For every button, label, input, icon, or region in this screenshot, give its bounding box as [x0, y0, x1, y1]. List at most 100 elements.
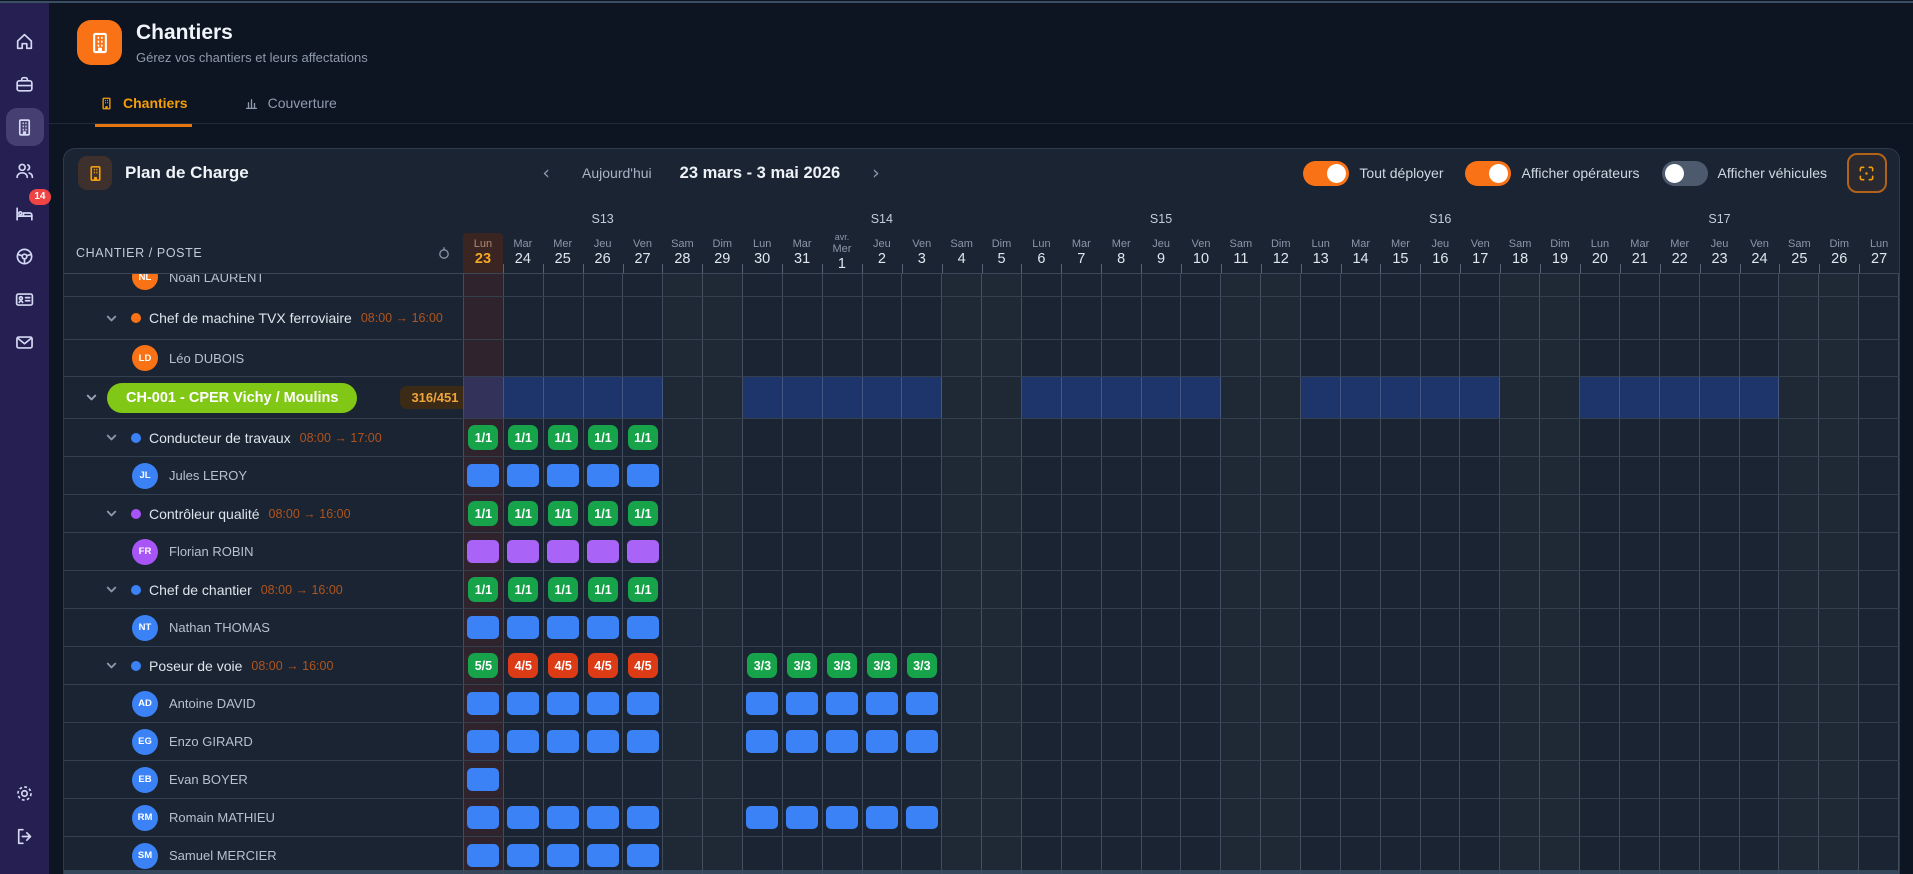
- assignment-bar[interactable]: [467, 464, 499, 487]
- chantier-schedule-band[interactable]: [464, 377, 504, 418]
- sidebar-item-briefcase[interactable]: [6, 65, 44, 103]
- assignment-bar[interactable]: [906, 730, 938, 753]
- assignment-bar[interactable]: [587, 730, 619, 753]
- post-row-header[interactable]: Poseur de voie08:00 → 16:00: [105, 658, 333, 674]
- chevron-down-icon[interactable]: [105, 659, 118, 672]
- chantier-schedule-band[interactable]: [623, 377, 663, 418]
- assignment-bar[interactable]: [826, 730, 858, 753]
- assignment-bar[interactable]: [587, 540, 619, 563]
- chantier-schedule-band[interactable]: [1022, 377, 1062, 418]
- assignment-bar[interactable]: [467, 806, 499, 829]
- chantier-schedule-band[interactable]: [504, 377, 544, 418]
- assignment-bar[interactable]: [786, 806, 818, 829]
- assignment-bar[interactable]: [547, 806, 579, 829]
- sidebar-item-logout[interactable]: [6, 817, 44, 855]
- fullscreen-button[interactable]: [1847, 153, 1887, 193]
- assignment-bar[interactable]: [467, 768, 499, 791]
- assignment-bar[interactable]: [627, 540, 659, 563]
- assignment-bar[interactable]: [906, 806, 938, 829]
- assignment-bar[interactable]: [627, 616, 659, 639]
- sidebar-item-absences[interactable]: 14: [6, 194, 44, 232]
- next-week-button[interactable]: ›: [868, 162, 884, 184]
- assignment-bar[interactable]: [467, 692, 499, 715]
- assignment-bar[interactable]: [866, 730, 898, 753]
- chantier-schedule-band[interactable]: [584, 377, 624, 418]
- assignment-bar[interactable]: [587, 692, 619, 715]
- chantier-schedule-band[interactable]: [1181, 377, 1221, 418]
- toggle-afficher-op-rateurs[interactable]: [1465, 161, 1511, 186]
- post-row-header[interactable]: Conducteur de travaux08:00 → 17:00: [105, 430, 382, 446]
- prev-week-button[interactable]: ‹: [538, 162, 554, 184]
- chevron-down-icon[interactable]: [105, 507, 118, 520]
- assignment-bar[interactable]: [587, 844, 619, 867]
- sidebar-item-vehicles[interactable]: [6, 237, 44, 275]
- assignment-bar[interactable]: [746, 692, 778, 715]
- sidebar-item-settings[interactable]: [6, 774, 44, 812]
- assignment-bar[interactable]: [627, 692, 659, 715]
- chantier-schedule-band[interactable]: [1341, 377, 1381, 418]
- chantier-schedule-band[interactable]: [902, 377, 942, 418]
- sidebar-item-chantiers[interactable]: [6, 108, 44, 146]
- post-row-header[interactable]: Contrôleur qualité08:00 → 16:00: [105, 506, 351, 522]
- chantier-schedule-band[interactable]: [1460, 377, 1500, 418]
- assignment-bar[interactable]: [866, 806, 898, 829]
- assignment-bar[interactable]: [786, 692, 818, 715]
- sidebar-item-messages[interactable]: [6, 323, 44, 361]
- assignment-bar[interactable]: [627, 806, 659, 829]
- assignment-bar[interactable]: [547, 730, 579, 753]
- chevron-down-icon[interactable]: [105, 431, 118, 444]
- assignment-bar[interactable]: [587, 464, 619, 487]
- chantier-schedule-band[interactable]: [544, 377, 584, 418]
- assignment-bar[interactable]: [746, 806, 778, 829]
- chevron-down-icon[interactable]: [105, 583, 118, 596]
- chantier-schedule-band[interactable]: [1740, 377, 1780, 418]
- chantier-schedule-band[interactable]: [1421, 377, 1461, 418]
- assignment-bar[interactable]: [587, 616, 619, 639]
- assignment-bar[interactable]: [547, 540, 579, 563]
- chantier-schedule-band[interactable]: [1580, 377, 1620, 418]
- assignment-bar[interactable]: [467, 844, 499, 867]
- chantier-schedule-band[interactable]: [743, 377, 783, 418]
- assignment-bar[interactable]: [507, 806, 539, 829]
- chantier-row-header[interactable]: CH-001 - CPER Vichy / Moulins316/451: [85, 383, 469, 413]
- horizontal-scrollbar[interactable]: [64, 870, 1899, 874]
- chantier-schedule-band[interactable]: [1142, 377, 1182, 418]
- assignment-bar[interactable]: [507, 844, 539, 867]
- assignment-bar[interactable]: [547, 844, 579, 867]
- today-button[interactable]: Aujourd'hui: [582, 165, 652, 181]
- chantier-schedule-band[interactable]: [823, 377, 863, 418]
- chantier-schedule-band[interactable]: [1102, 377, 1142, 418]
- assignment-bar[interactable]: [467, 730, 499, 753]
- toggle-afficher-v-hicules[interactable]: [1662, 161, 1708, 186]
- assignment-bar[interactable]: [746, 730, 778, 753]
- chantier-name-pill[interactable]: CH-001 - CPER Vichy / Moulins: [107, 383, 357, 413]
- post-row-header[interactable]: Chef de machine TVX ferroviaire08:00 → 1…: [105, 310, 443, 326]
- chantier-schedule-band[interactable]: [1301, 377, 1341, 418]
- assignment-bar[interactable]: [587, 806, 619, 829]
- toggle-tout-d-ployer[interactable]: [1303, 161, 1349, 186]
- chantier-schedule-band[interactable]: [1620, 377, 1660, 418]
- chantier-schedule-band[interactable]: [1062, 377, 1102, 418]
- assignment-bar[interactable]: [826, 692, 858, 715]
- chantier-schedule-band[interactable]: [863, 377, 903, 418]
- chevron-down-icon[interactable]: [85, 391, 98, 404]
- assignment-bar[interactable]: [507, 692, 539, 715]
- assignment-bar[interactable]: [826, 806, 858, 829]
- assignment-bar[interactable]: [627, 844, 659, 867]
- post-row-header[interactable]: Chef de chantier08:00 → 16:00: [105, 582, 343, 598]
- assignment-bar[interactable]: [507, 540, 539, 563]
- chantier-schedule-band[interactable]: [1660, 377, 1700, 418]
- assignment-bar[interactable]: [507, 616, 539, 639]
- chevron-down-icon[interactable]: [105, 312, 118, 325]
- assignment-bar[interactable]: [547, 692, 579, 715]
- assignment-bar[interactable]: [547, 464, 579, 487]
- assignment-bar[interactable]: [906, 692, 938, 715]
- sidebar-item-operators[interactable]: [6, 151, 44, 189]
- assignment-bar[interactable]: [507, 730, 539, 753]
- assignment-bar[interactable]: [627, 464, 659, 487]
- assignment-bar[interactable]: [467, 616, 499, 639]
- assignment-bar[interactable]: [627, 730, 659, 753]
- chantier-schedule-band[interactable]: [1381, 377, 1421, 418]
- sidebar-item-home[interactable]: [6, 22, 44, 60]
- assignment-bar[interactable]: [547, 616, 579, 639]
